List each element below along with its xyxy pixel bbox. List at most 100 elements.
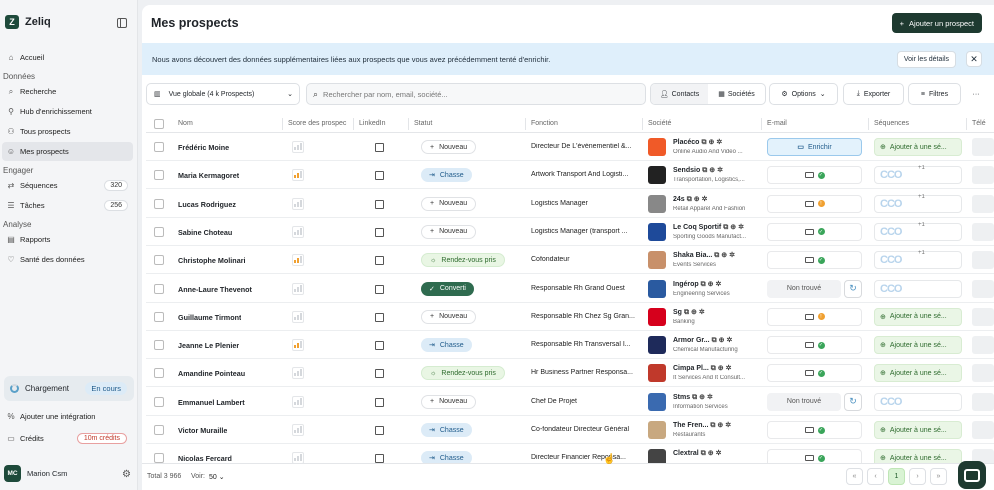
row-checkbox[interactable]	[154, 198, 164, 209]
column-separator[interactable]	[966, 118, 967, 130]
hubspot-icon[interactable]: ✲	[716, 281, 722, 288]
prospect-name[interactable]: Anne-Laure Thevenot	[178, 285, 252, 294]
status-badge[interactable]: ☼ Rendez-vous pris	[421, 366, 505, 381]
company-name-cell[interactable]: The Fren... ⧉ ⊕ ✲	[673, 421, 731, 430]
first-page-button[interactable]: «	[846, 468, 863, 485]
gear-icon[interactable]: ⚙	[122, 469, 131, 480]
column-header[interactable]: Société	[648, 120, 671, 127]
external-link-icon[interactable]: ⧉	[711, 365, 716, 372]
sequence-avatars[interactable]: CCO	[874, 392, 962, 411]
refresh-icon[interactable]: ↻	[844, 392, 862, 411]
sequence-avatars[interactable]: CCO	[874, 279, 962, 298]
prospect-name[interactable]: Amandine Pointeau	[178, 369, 245, 378]
globe-icon[interactable]: ⊕	[730, 224, 736, 231]
column-separator[interactable]	[642, 118, 643, 130]
view-select[interactable]: ▥ Vue globale (4 k Prospects) ⌄	[146, 83, 300, 105]
linkedin-external-link-icon[interactable]	[375, 284, 384, 294]
external-link-icon[interactable]: ⧉	[723, 224, 728, 231]
linkedin-external-link-icon[interactable]	[375, 369, 384, 379]
status-badge[interactable]: + Nouveau	[421, 140, 477, 154]
prospect-name[interactable]: Frédéric Moine	[178, 143, 229, 152]
table-row[interactable]: Emmanuel Lambert + Nouveau Chef De Projet St…	[146, 388, 994, 416]
more-button[interactable]: ···	[965, 83, 987, 105]
status-badge[interactable]: + Nouveau	[421, 309, 477, 324]
external-link-icon[interactable]: ⧉	[712, 337, 717, 344]
hubspot-icon[interactable]: ✲	[726, 337, 732, 344]
collapse-sidebar-icon[interactable]	[117, 18, 127, 28]
view-details-button[interactable]: Voir les détails	[896, 50, 956, 68]
sidebar-item[interactable]: ☺ Mes prospects	[2, 142, 133, 161]
phone-cell[interactable]	[972, 392, 994, 411]
email-cell[interactable]: !	[767, 307, 862, 326]
hubspot-icon[interactable]: ✲	[725, 422, 731, 429]
email-cell[interactable]: ✓	[767, 364, 862, 383]
linkedin-external-link-icon[interactable]	[375, 454, 384, 464]
email-cell[interactable]: ✓	[767, 222, 862, 241]
status-badge[interactable]: ⇥ Chasse	[421, 338, 472, 353]
company-name-cell[interactable]: Armor Gr... ⧉ ⊕ ✲	[673, 336, 732, 345]
prospect-name[interactable]: Maria Kermagoret	[178, 171, 239, 180]
filters-button[interactable]: ≡ Filtres	[908, 83, 961, 105]
email-cell[interactable]: ✓	[767, 421, 862, 439]
globe-icon[interactable]: ⊕	[708, 139, 714, 146]
current-page[interactable]: 1	[888, 468, 905, 485]
linkedin-external-link-icon[interactable]	[375, 227, 384, 237]
table-row[interactable]: Guillaume Tirmont + Nouveau Responsable Rh …	[146, 303, 994, 331]
status-badge[interactable]: ⇥ Chasse	[421, 168, 472, 183]
prospect-name[interactable]: Nicolas Fercard	[178, 454, 232, 463]
external-link-icon[interactable]: ⧉	[702, 167, 707, 174]
export-button[interactable]: ⤓ Exporter	[843, 83, 904, 105]
row-checkbox[interactable]	[154, 368, 164, 379]
row-checkbox[interactable]	[154, 283, 164, 294]
globe-icon[interactable]: ⊕	[708, 450, 714, 457]
external-link-icon[interactable]: ⧉	[687, 196, 692, 203]
add-to-sequence-button[interactable]: ⊕ Ajouter à une sé...	[874, 364, 962, 383]
last-page-button[interactable]: »	[930, 468, 947, 485]
sidebar-item[interactable]: ⚇ Tous prospects	[2, 122, 133, 141]
phone-cell[interactable]	[972, 194, 994, 213]
row-checkbox[interactable]	[154, 340, 164, 351]
external-link-icon[interactable]: ⧉	[701, 450, 706, 457]
phone-cell[interactable]	[972, 307, 994, 326]
column-header[interactable]: Statut	[414, 120, 432, 127]
row-checkbox[interactable]	[154, 453, 164, 464]
phone-cell[interactable]	[972, 364, 994, 383]
company-name-cell[interactable]: Clextral ⧉ ⊕ ✲	[673, 449, 721, 458]
status-badge[interactable]: + Nouveau	[421, 196, 477, 211]
company-name-cell[interactable]: Sendsio ⧉ ⊕ ✲	[673, 166, 723, 175]
enrich-button[interactable]: ▭ Enrichir	[767, 138, 862, 156]
email-cell[interactable]: ✓	[767, 166, 862, 185]
column-separator[interactable]	[282, 118, 283, 130]
hubspot-icon[interactable]: ✲	[707, 394, 713, 401]
hubspot-icon[interactable]: ✲	[702, 196, 708, 203]
globe-icon[interactable]: ⊕	[717, 422, 723, 429]
linkedin-external-link-icon[interactable]	[375, 341, 384, 351]
add-prospect-button[interactable]: + Ajouter un prospect	[891, 13, 982, 33]
sidebar-item[interactable]: ♡ Santé des données	[2, 250, 133, 269]
close-icon[interactable]: ✕	[966, 51, 982, 67]
external-link-icon[interactable]: ⧉	[692, 394, 697, 401]
add-to-sequence-button[interactable]: ⊕ Ajouter à une sé...	[874, 307, 962, 326]
column-separator[interactable]	[868, 118, 869, 130]
prospect-name[interactable]: Jeanne Le Plenier	[178, 341, 239, 350]
hubspot-icon[interactable]: ✲	[716, 450, 722, 457]
row-checkbox[interactable]	[154, 255, 164, 266]
sidebar-item[interactable]: ▤ Rapports	[2, 230, 133, 249]
add-integration-button[interactable]: % Ajouter une intégration	[2, 407, 133, 426]
row-checkbox[interactable]	[154, 396, 164, 407]
column-separator[interactable]	[525, 118, 526, 130]
sidebar-item[interactable]: ⌂ Accueil	[2, 48, 133, 67]
hubspot-icon[interactable]: ✲	[717, 167, 723, 174]
table-row[interactable]: Frédéric Moine + Nouveau Directeur De L'évé…	[146, 133, 994, 161]
linkedin-external-link-icon[interactable]	[375, 171, 384, 181]
column-header[interactable]: Télé	[972, 120, 986, 127]
company-name-cell[interactable]: Ingérop ⧉ ⊕ ✲	[673, 280, 721, 289]
email-cell[interactable]: ✓	[767, 336, 862, 355]
company-name-cell[interactable]: Cimpa Pl... ⧉ ⊕ ✲	[673, 364, 732, 373]
sidebar-item[interactable]: ⌕ Recherche	[2, 82, 133, 101]
add-to-sequence-button[interactable]: ⊕ Ajouter à une sé...	[874, 421, 962, 439]
company-name-cell[interactable]: Sg ⧉ ⊕ ✲	[673, 308, 705, 317]
hubspot-icon[interactable]: ✲	[738, 224, 744, 231]
status-badge[interactable]: ☼ Rendez-vous pris	[421, 253, 505, 268]
row-checkbox[interactable]	[154, 226, 164, 237]
